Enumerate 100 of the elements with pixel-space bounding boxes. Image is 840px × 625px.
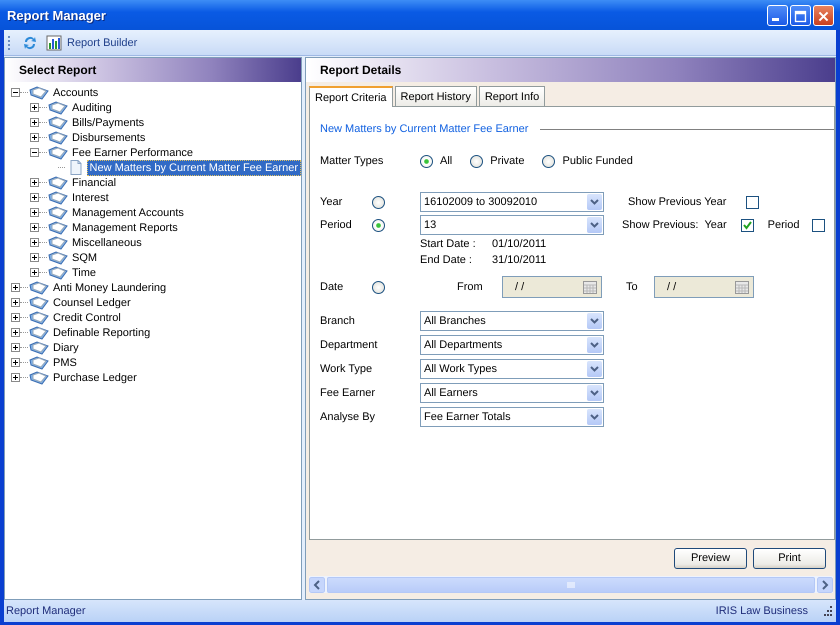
chevron-down-icon [590, 318, 599, 324]
radio-button[interactable] [372, 196, 385, 208]
resize-grip-icon[interactable] [822, 606, 832, 616]
expand-icon[interactable] [30, 208, 39, 217]
tree-item[interactable]: Management Accounts [69, 204, 187, 220]
dropdown[interactable]: All Departments [420, 335, 604, 355]
folder-icon [48, 265, 68, 280]
folder-icon [29, 325, 49, 340]
minimize-button[interactable] [767, 4, 788, 26]
radio-button[interactable] [372, 218, 385, 232]
checkbox[interactable] [746, 196, 759, 208]
folder-icon [29, 355, 49, 370]
calendar-icon [583, 280, 597, 294]
tree-item[interactable]: Auditing [69, 100, 115, 116]
tab[interactable]: Report History [394, 86, 477, 106]
minimize-icon [772, 18, 779, 20]
tree-item[interactable]: Miscellaneous [69, 234, 145, 250]
calendar-icon [735, 280, 749, 294]
tree-item[interactable]: Purchase Ledger [50, 370, 140, 386]
expand-icon[interactable] [30, 238, 39, 247]
maximize-button[interactable] [790, 4, 811, 26]
expand-icon[interactable] [30, 193, 39, 202]
tree-item[interactable]: Disbursements [69, 130, 148, 146]
tree-item[interactable]: PMS [50, 354, 80, 370]
grip-icon [567, 582, 575, 588]
dropdown[interactable]: Fee Earner Totals [420, 407, 604, 427]
tree-item[interactable]: Financial [69, 174, 120, 190]
dropdown[interactable]: 16102009 to 30092010 [420, 192, 604, 212]
radio-button[interactable] [470, 154, 484, 168]
horizontal-scrollbar[interactable] [309, 576, 833, 593]
tree-item[interactable]: Bills/Payments [69, 114, 148, 130]
collapse-icon[interactable] [11, 88, 20, 97]
expand-icon[interactable] [11, 328, 20, 337]
folder-icon [29, 280, 49, 295]
chevron-down-icon [590, 222, 599, 228]
folder-icon [48, 175, 68, 190]
tree-item[interactable]: Definable Reporting [50, 324, 154, 340]
radio-button[interactable] [542, 154, 556, 168]
expand-icon[interactable] [30, 268, 39, 277]
tree-item[interactable]: Time [69, 264, 100, 280]
checkbox[interactable] [812, 218, 825, 232]
date-field[interactable]: / / [502, 276, 602, 298]
dropdown[interactable]: 13 [420, 215, 604, 235]
radio-label: All [440, 155, 452, 167]
folder-icon [48, 250, 68, 265]
expand-icon[interactable] [11, 358, 20, 367]
expand-icon[interactable] [30, 103, 39, 112]
dropdown[interactable]: All Branches [420, 311, 604, 331]
expand-icon[interactable] [30, 253, 39, 262]
field-label: Matter Types [320, 155, 384, 167]
expand-icon[interactable] [11, 373, 20, 382]
tab[interactable]: Report Info [478, 86, 546, 106]
expand-icon[interactable] [11, 283, 20, 292]
radio-button[interactable] [372, 280, 385, 294]
field-label: Start Date : [420, 238, 477, 250]
checkbox[interactable] [740, 218, 754, 232]
scroll-right-icon[interactable] [817, 576, 833, 592]
tab[interactable]: Report Criteria [309, 86, 393, 107]
folder-icon [48, 130, 68, 145]
expand-icon[interactable] [30, 178, 39, 187]
dropdown[interactable]: All Work Types [420, 359, 604, 379]
close-button[interactable] [813, 4, 834, 26]
tree-item[interactable]: SQM [69, 250, 100, 266]
tree-item[interactable]: Accounts [50, 84, 102, 100]
date-field[interactable]: / / [654, 276, 754, 298]
tree-item[interactable]: New Matters by Current Matter Fee Earner [86, 160, 301, 176]
tree-item[interactable]: Anti Money Laundering [50, 280, 170, 296]
folder-icon [48, 220, 68, 235]
folder-icon [48, 115, 68, 130]
folder-icon [48, 235, 68, 250]
scroll-left-icon[interactable] [309, 576, 325, 592]
window-title: Report Manager [7, 8, 107, 22]
tree-item[interactable]: Fee Earner Performance [69, 144, 196, 160]
expand-icon[interactable] [30, 118, 39, 127]
date-value: 01/10/2011 [492, 238, 546, 250]
preview-button[interactable]: Preview [674, 548, 747, 568]
expand-icon[interactable] [11, 298, 20, 307]
field-label: Work Type [320, 363, 374, 375]
collapse-icon[interactable] [30, 148, 39, 157]
radio-label: Public Funded [562, 155, 633, 167]
checkbox-label: Year [704, 219, 727, 231]
tree-item[interactable]: Counsel Ledger [50, 294, 134, 310]
tree-item[interactable]: Interest [69, 190, 112, 206]
checkbox-label: Period [768, 219, 800, 231]
field-label: Analyse By [320, 411, 376, 423]
field-label: Branch [320, 315, 356, 327]
folder-icon [29, 340, 49, 355]
print-button[interactable]: Print [753, 548, 826, 568]
expand-icon[interactable] [11, 343, 20, 352]
folder-icon [29, 310, 49, 325]
expand-icon[interactable] [30, 133, 39, 142]
dropdown[interactable]: All Earners [420, 383, 604, 403]
radio-button[interactable] [420, 154, 433, 168]
expand-icon[interactable] [11, 313, 20, 322]
tree-item[interactable]: Management Reports [69, 220, 181, 236]
tree-item[interactable]: Diary [50, 340, 82, 356]
expand-icon[interactable] [30, 223, 39, 232]
folder-icon [29, 370, 49, 385]
report-builder-button[interactable]: Report Builder [44, 34, 140, 50]
tree-item[interactable]: Credit Control [50, 310, 124, 326]
